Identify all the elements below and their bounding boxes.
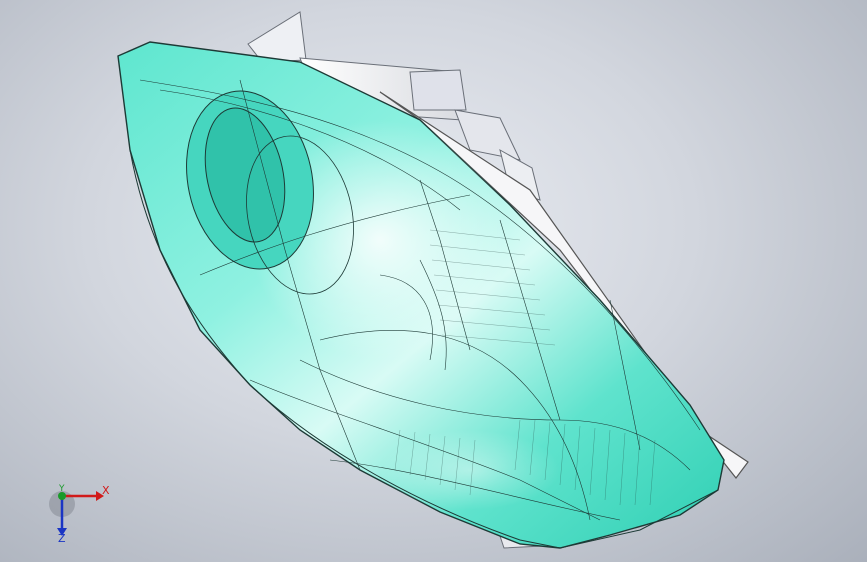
z-axis-label: Z [58,532,66,545]
coordinate-triad: X Y Z [44,478,124,548]
graphics-viewport[interactable]: X Y Z [0,0,867,562]
y-axis-label: Y [59,484,65,494]
x-axis-label: X [102,484,110,497]
headlamp-model[interactable] [0,0,867,562]
